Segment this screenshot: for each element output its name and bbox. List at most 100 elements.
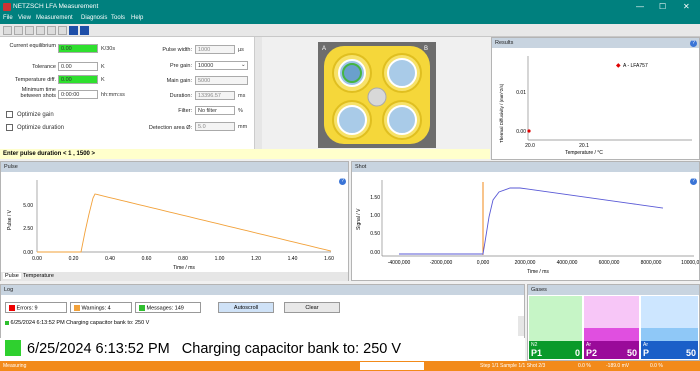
gas-ar2-bar: Ar P 50 [641,341,698,359]
shot-title: Shot [352,162,699,172]
status-bar: Measuring Step 1/1 Sample 1/1 Shot 2/3 0… [0,361,700,371]
tab-pulse[interactable]: Pulse [3,273,21,279]
tool-run-icon[interactable] [47,26,56,35]
results-legend-label: A - LFA757 [623,63,648,69]
shot-ytick-0: 1.50 [370,195,380,201]
menu-diagnosis[interactable]: Diagnosis [81,15,107,21]
holder-label-b: B [424,46,429,52]
duration-label: Duration: [169,93,192,99]
log-title: Log [1,285,524,295]
hot-xticks-4: 4000,000 [557,260,578,266]
tool-step-icon[interactable] [58,26,67,35]
optimize-duration-checkbox[interactable] [6,124,13,131]
tool-save-icon[interactable] [25,26,34,35]
main-gain-field[interactable]: 5000 [195,76,248,85]
settings-scrollbar[interactable] [254,37,262,149]
gas-ar1-level [584,328,639,341]
clear-button[interactable]: Clear [284,302,340,313]
gas-n2-cell: N2 P1 0 [529,296,582,359]
pulse-ytick-0: 5.00 [23,203,33,209]
log-scrollbar[interactable] [518,316,524,336]
menu-measurement[interactable]: Measurement [36,15,73,21]
window-title: NETZSCH LFA Measurement [13,3,99,10]
warnings-filter-button[interactable]: Warnings: 4 [70,302,132,313]
tool-new-icon[interactable] [3,26,12,35]
pulse-curve [37,193,332,253]
shot-ytick-1: 1.00 [370,213,380,219]
shot-xticks: -4000,000 -2000,000 0,000 2000,000 4000,000 6… [388,260,699,266]
shot-ylabel: Signal / V [356,208,362,230]
tolerance-label: Tolerance [32,64,56,70]
current-equilibrium-field: 0.00 [58,44,98,53]
warning-icon [74,305,80,311]
error-icon [9,305,15,311]
main-gain-label: Main gain: [166,78,192,84]
pule-xticks-0: 0.00 [32,256,42,262]
tool-config-icon[interactable] [36,26,45,35]
optimize-gain-checkbox[interactable] [6,111,13,118]
menu-file[interactable]: File [3,15,13,21]
temp-diff-label: Temperature diff. [14,77,56,83]
filter-label: Filter: [178,108,192,114]
gas-ar1-label: P2 [586,348,598,358]
pulse-title: Pulse [1,162,348,172]
hot-xticks-7: 10000,000 [681,260,699,266]
maximize-icon[interactable]: ☐ [659,2,666,12]
pulse-width-field[interactable]: 1000 [195,45,235,54]
shot-curve [399,187,664,255]
results-panel: Results ? 0.00 0.01 20.0 20.1 Temperatur… [491,37,700,160]
pulse-ytick-1: 2.50 [23,226,33,232]
sample-holder-graphic [324,46,430,144]
help-icon[interactable]: ? [690,40,697,47]
log-entry: 6/25/2024 6:13:52 PM Charging capacitor … [5,320,149,326]
menu-bar: File View Measurement Diagnosis Tools He… [0,14,700,24]
app-icon [3,3,11,11]
min-time-field[interactable]: 0:00:00 [58,90,98,99]
autoscroll-button[interactable]: Autoscroll [218,302,274,313]
stop-icon[interactable] [80,26,89,35]
pre-gain-chevron-down-icon[interactable]: ⌄ [241,62,246,68]
input-hint: Enter pulse duration < 1 , 1500 > [0,149,490,159]
pule-xticks-4: 0.80 [178,256,188,262]
results-xtick-1: 20.1 [579,143,589,149]
results-xtick-0: 20.0 [525,143,535,149]
temp-diff-unit: K [101,77,105,83]
log-entry-icon [5,320,9,325]
gas-n2-bar: N2 P1 0 [529,341,582,359]
tolerance-unit: K [101,64,105,70]
status-seg4: 0.0 % [650,363,663,369]
duration-field[interactable]: 13396.57 [195,91,235,100]
gas-ar2-cell: Ar P 50 [641,296,698,359]
gas-ar2-level [641,328,698,341]
messages-filter-button[interactable]: Messages: 149 [135,302,201,313]
minimize-icon[interactable]: — [636,2,644,12]
pule-xticks-5: 1.00 [215,256,225,262]
holder-label-a: A [322,46,327,52]
log-entry-text: 6/25/2024 6:13:52 PM Charging capacitor … [10,320,150,326]
results-ytick-0: 0.00 [516,129,526,135]
results-title: Results [492,38,699,48]
status-state: Measuring [3,363,27,369]
pule-xticks-7: 1.40 [288,256,298,262]
errors-filter-button[interactable]: Errors: 9 [5,302,67,313]
message-icon [139,305,145,311]
menu-help[interactable]: Help [131,15,143,21]
close-icon[interactable]: ✕ [683,2,690,12]
tab-temperature[interactable]: Temperature [23,273,54,279]
pule-xticks-2: 0.40 [105,256,115,262]
pule-xticks-6: 1.20 [251,256,261,262]
title-bar: NETZSCH LFA Measurement — ☐ ✕ [0,0,700,14]
tolerance-field[interactable]: 0.00 [58,62,98,71]
filter-select[interactable]: No filter [195,106,235,115]
pause-icon[interactable] [69,26,78,35]
shot-chart: 1.50 1.00 0.50 0.00 Signal / V -4000,000… [356,180,699,275]
current-message-text: Charging capacitor bank to: 250 V [181,341,402,357]
pule-xticks-3: 0.60 [142,256,152,262]
status-step: Step 1/1 Sample 1/1 Shot 2/3 [480,363,546,369]
menu-view[interactable]: View [18,15,31,21]
reference-disc [367,87,387,107]
results-ytick-1: 0.01 [516,90,526,96]
detection-area-field[interactable]: 5.0 [195,122,235,131]
menu-tools[interactable]: Tools [111,15,125,21]
tool-open-icon[interactable] [14,26,23,35]
